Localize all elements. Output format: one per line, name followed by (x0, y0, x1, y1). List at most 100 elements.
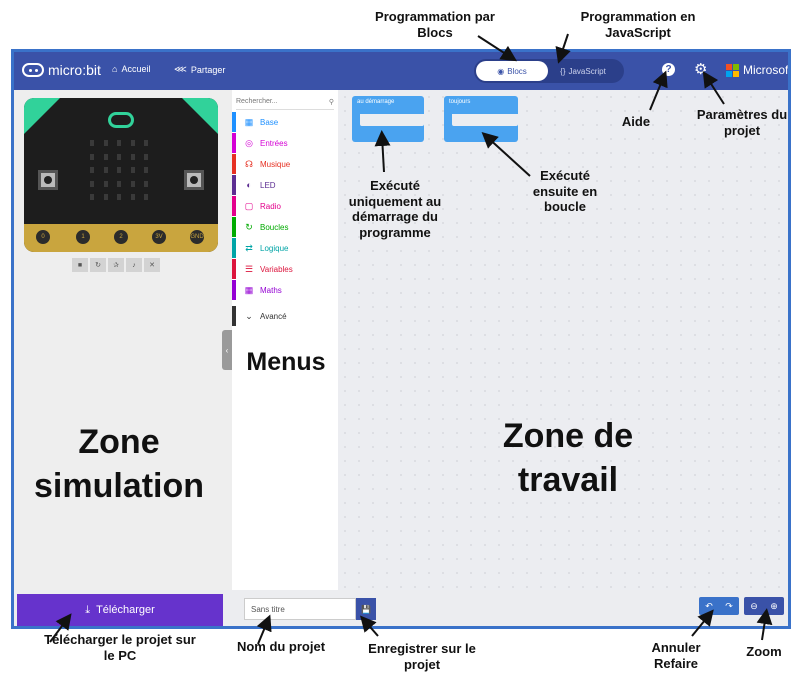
toolbox-item-variables[interactable]: ☰ Variables (232, 259, 338, 279)
refresh-icon: ↻ (245, 221, 253, 232)
download-label: Télécharger (96, 604, 155, 616)
microbit-board[interactable]: 0 1 2 3V GND (24, 98, 218, 252)
zoom-in-icon[interactable]: ⊕ (770, 601, 778, 612)
logo-text: micro:bit (48, 62, 101, 78)
toolbox-item-avance[interactable]: ⌄ Avancé (232, 306, 338, 326)
shuffle-icon: ⇄ (245, 242, 253, 253)
toolbox-label: Maths (260, 285, 282, 295)
microsoft-squares-icon (726, 63, 739, 77)
board-corner-tl (24, 98, 60, 134)
pin-0[interactable]: 0 (34, 228, 52, 246)
microbit-logo[interactable]: micro:bit (22, 62, 101, 78)
grid-icon: ▦ (244, 116, 254, 127)
toolbox-item-musique[interactable]: ☊ Musique (232, 154, 338, 174)
toolbox-label: Radio (260, 201, 281, 211)
save-button[interactable]: 💾 (356, 598, 376, 620)
pin-gnd[interactable]: GND (188, 228, 206, 246)
search-icon: ⚲ (328, 98, 334, 106)
restart-icon[interactable]: ↻ (90, 258, 106, 272)
annotation-prog-js: Programmation en JavaScript (580, 9, 696, 40)
gear-icon[interactable]: ⚙ (694, 60, 707, 78)
annotation-execute-boucle: Exécuté ensuite en boucle (532, 168, 598, 215)
blocks-tab[interactable]: ◉ Blocs (476, 61, 548, 81)
annotation-nom: Nom du projet (236, 639, 326, 654)
javascript-tab[interactable]: {} JavaScript (548, 61, 618, 81)
undo-icon[interactable]: ↶ (705, 601, 713, 612)
annotation-aide: Aide (621, 114, 651, 129)
simulator-panel: 0 1 2 3V GND ■ ↻ ✰ ♪ ✕ ‹ (14, 90, 232, 590)
input-icon: ◎ (245, 137, 253, 148)
annotation-menus: Menus (246, 348, 326, 376)
redo-icon[interactable]: ↷ (725, 601, 733, 612)
javascript-tab-label: JavaScript (568, 66, 606, 76)
toolbox-item-logique[interactable]: ⇄ Logique (232, 238, 338, 258)
annotation-execute-demarrage: Exécuté uniquement au démarrage du progr… (348, 178, 442, 240)
zoom-group: ⊖ ⊕ (744, 597, 784, 615)
collapse-simulator-button[interactable]: ‹ (222, 330, 232, 370)
toolbox-item-boucles[interactable]: ↻ Boucles (232, 217, 338, 237)
help-icon[interactable]: ? (662, 63, 675, 76)
pin-1[interactable]: 1 (74, 228, 92, 246)
headphones-icon: ☊ (245, 158, 253, 169)
editor-toggle: ◉ Blocs {} JavaScript (474, 59, 624, 83)
simulator-controls: ■ ↻ ✰ ♪ ✕ (72, 258, 160, 272)
toolbox-label: Logique (260, 243, 289, 253)
annotation-annuler: Annuler Refaire (651, 640, 701, 671)
block-mouth (452, 114, 518, 126)
slowmo-icon[interactable]: ✰ (108, 258, 124, 272)
button-b[interactable] (184, 170, 204, 190)
zoom-out-icon[interactable]: ⊖ (750, 601, 758, 612)
download-icon: ⤓ (85, 603, 91, 616)
share-icon: ⋘ (174, 64, 187, 74)
toolbox-item-led[interactable]: ◐ LED (232, 175, 338, 195)
fullscreen-icon[interactable]: ✕ (144, 258, 160, 272)
lines-icon: ☰ (244, 263, 254, 274)
annotation-zone-simulation: Zone simulation (33, 423, 205, 506)
toolbox-item-base[interactable]: ▦ Base (232, 112, 338, 132)
stop-icon[interactable]: ■ (72, 258, 88, 272)
toolbox-item-maths[interactable]: ▦ Maths (232, 280, 338, 300)
search-placeholder: Rechercher... (236, 98, 278, 105)
toolbox-label: Base (260, 117, 279, 127)
edge-connector: 0 1 2 3V GND (24, 224, 218, 252)
microbit-logo-icon (22, 63, 44, 77)
project-name-input[interactable]: Sans titre (244, 598, 356, 620)
save-icon: 💾 (361, 604, 371, 614)
annotation-zone-travail: Zone de travail (502, 417, 634, 500)
download-button[interactable]: ⤓ Télécharger (17, 594, 223, 626)
board-corner-tr (182, 98, 218, 134)
makecode-window: micro:bit ⌂ Accueil ⋘ Partager ◉ Blocs {… (11, 49, 791, 629)
microsoft-label: Microsoft (743, 63, 791, 77)
block-forever[interactable]: toujours (444, 96, 518, 142)
annotation-prog-blocs: Programmation par Blocs (375, 9, 495, 40)
toolbox: Rechercher... ⚲ ▦ Base ◎ Entrées ☊ Musique … (232, 90, 338, 590)
block-forever-label: toujours (449, 99, 471, 105)
pin-2[interactable]: 2 (112, 228, 130, 246)
puzzle-icon: ◉ (497, 66, 505, 76)
toolbox-label: Entrées (260, 138, 288, 148)
project-name-placeholder: Sans titre (251, 604, 285, 614)
home-label: Accueil (121, 64, 151, 74)
workspace[interactable]: au démarrage toujours (338, 90, 788, 590)
mute-icon[interactable]: ♪ (126, 258, 142, 272)
bottom-bar: ⤓ Télécharger Sans titre 💾 ↶ ↷ ⊖ ⊕ (14, 590, 788, 626)
led-matrix (90, 140, 152, 202)
pin-3v[interactable]: 3V (150, 228, 168, 246)
blocks-tab-label: Blocs (507, 66, 527, 76)
annotation-enregistrer: Enregistrer sur le projet (368, 641, 476, 672)
block-on-start[interactable]: au démarrage (352, 96, 424, 142)
home-link[interactable]: ⌂ Accueil (112, 64, 150, 74)
toolbox-search[interactable]: Rechercher... ⚲ (236, 94, 334, 110)
toolbox-label: Avancé (260, 311, 287, 321)
share-link[interactable]: ⋘ Partager (174, 64, 225, 75)
home-icon: ⌂ (112, 64, 118, 74)
toolbox-label: Boucles (260, 222, 289, 232)
toolbox-item-radio[interactable]: ▢ Radio (232, 196, 338, 216)
button-a[interactable] (38, 170, 58, 190)
toolbox-item-entrees[interactable]: ◎ Entrées (232, 133, 338, 153)
microsoft-logo[interactable]: Microsoft (726, 63, 791, 77)
calculator-icon: ▦ (244, 284, 254, 295)
top-bar: micro:bit ⌂ Accueil ⋘ Partager ◉ Blocs {… (14, 52, 788, 90)
toggle-icon: ◐ (246, 180, 252, 190)
annotation-parametres: Paramètres du projet (696, 107, 788, 138)
